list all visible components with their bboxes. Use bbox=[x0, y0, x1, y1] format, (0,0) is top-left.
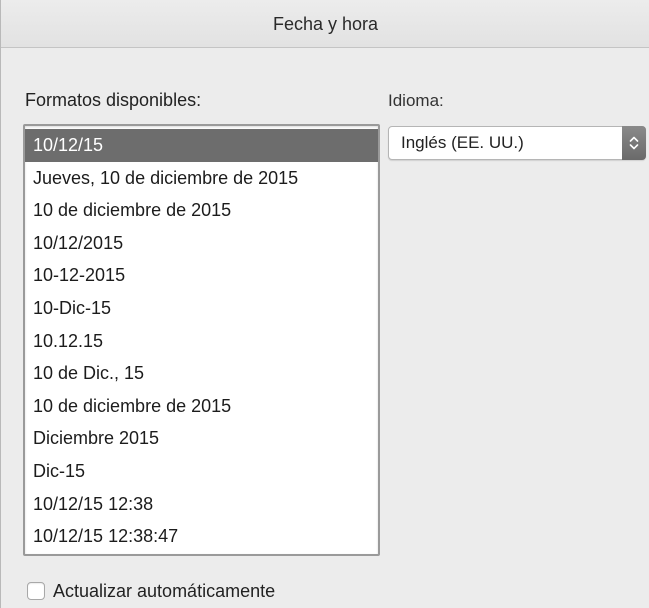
updown-chevron-icon[interactable] bbox=[622, 126, 646, 160]
format-list-item[interactable]: 10.12.15 bbox=[25, 325, 378, 358]
auto-update-row[interactable]: Actualizar automáticamente bbox=[27, 578, 275, 604]
format-list-item[interactable]: 10-12-2015 bbox=[25, 259, 378, 292]
format-list-item[interactable]: 10-Dic-15 bbox=[25, 292, 378, 325]
language-select[interactable]: Inglés (EE. UU.) bbox=[388, 126, 646, 160]
formats-listbox[interactable]: 10/12/15 Jueves, 10 de diciembre de 2015 1… bbox=[23, 124, 380, 556]
format-list-item[interactable]: 10/12/15 12:38 bbox=[25, 488, 378, 521]
language-select-value: Inglés (EE. UU.) bbox=[401, 133, 524, 152]
format-list-item[interactable]: 10 de Dic., 15 bbox=[25, 357, 378, 390]
dialog-title: Fecha y hora bbox=[1, 0, 649, 48]
format-list-item[interactable]: 10 de diciembre de 2015 bbox=[25, 390, 378, 423]
format-list-item[interactable]: 10 de diciembre de 2015 bbox=[25, 194, 378, 227]
format-list-item[interactable]: Jueves, 10 de diciembre de 2015 bbox=[25, 162, 378, 195]
auto-update-checkbox[interactable] bbox=[27, 582, 45, 600]
format-list-item[interactable]: 10/12/2015 bbox=[25, 227, 378, 260]
format-list-item[interactable]: 10/12/15 bbox=[25, 129, 378, 162]
formats-label: Formatos disponibles: bbox=[25, 90, 202, 110]
format-list-item[interactable]: 10/12/15 12:38:47 bbox=[25, 520, 378, 553]
format-list-item[interactable]: Dic-15 bbox=[25, 455, 378, 488]
date-time-dialog: Fecha y hora Formatos disponibles: 10/12… bbox=[0, 0, 649, 608]
language-label: Idioma: bbox=[388, 91, 444, 110]
formats-list: 10/12/15 Jueves, 10 de diciembre de 2015 1… bbox=[25, 129, 378, 553]
auto-update-label: Actualizar automáticamente bbox=[53, 580, 276, 601]
format-list-item[interactable]: Diciembre 2015 bbox=[25, 422, 378, 455]
